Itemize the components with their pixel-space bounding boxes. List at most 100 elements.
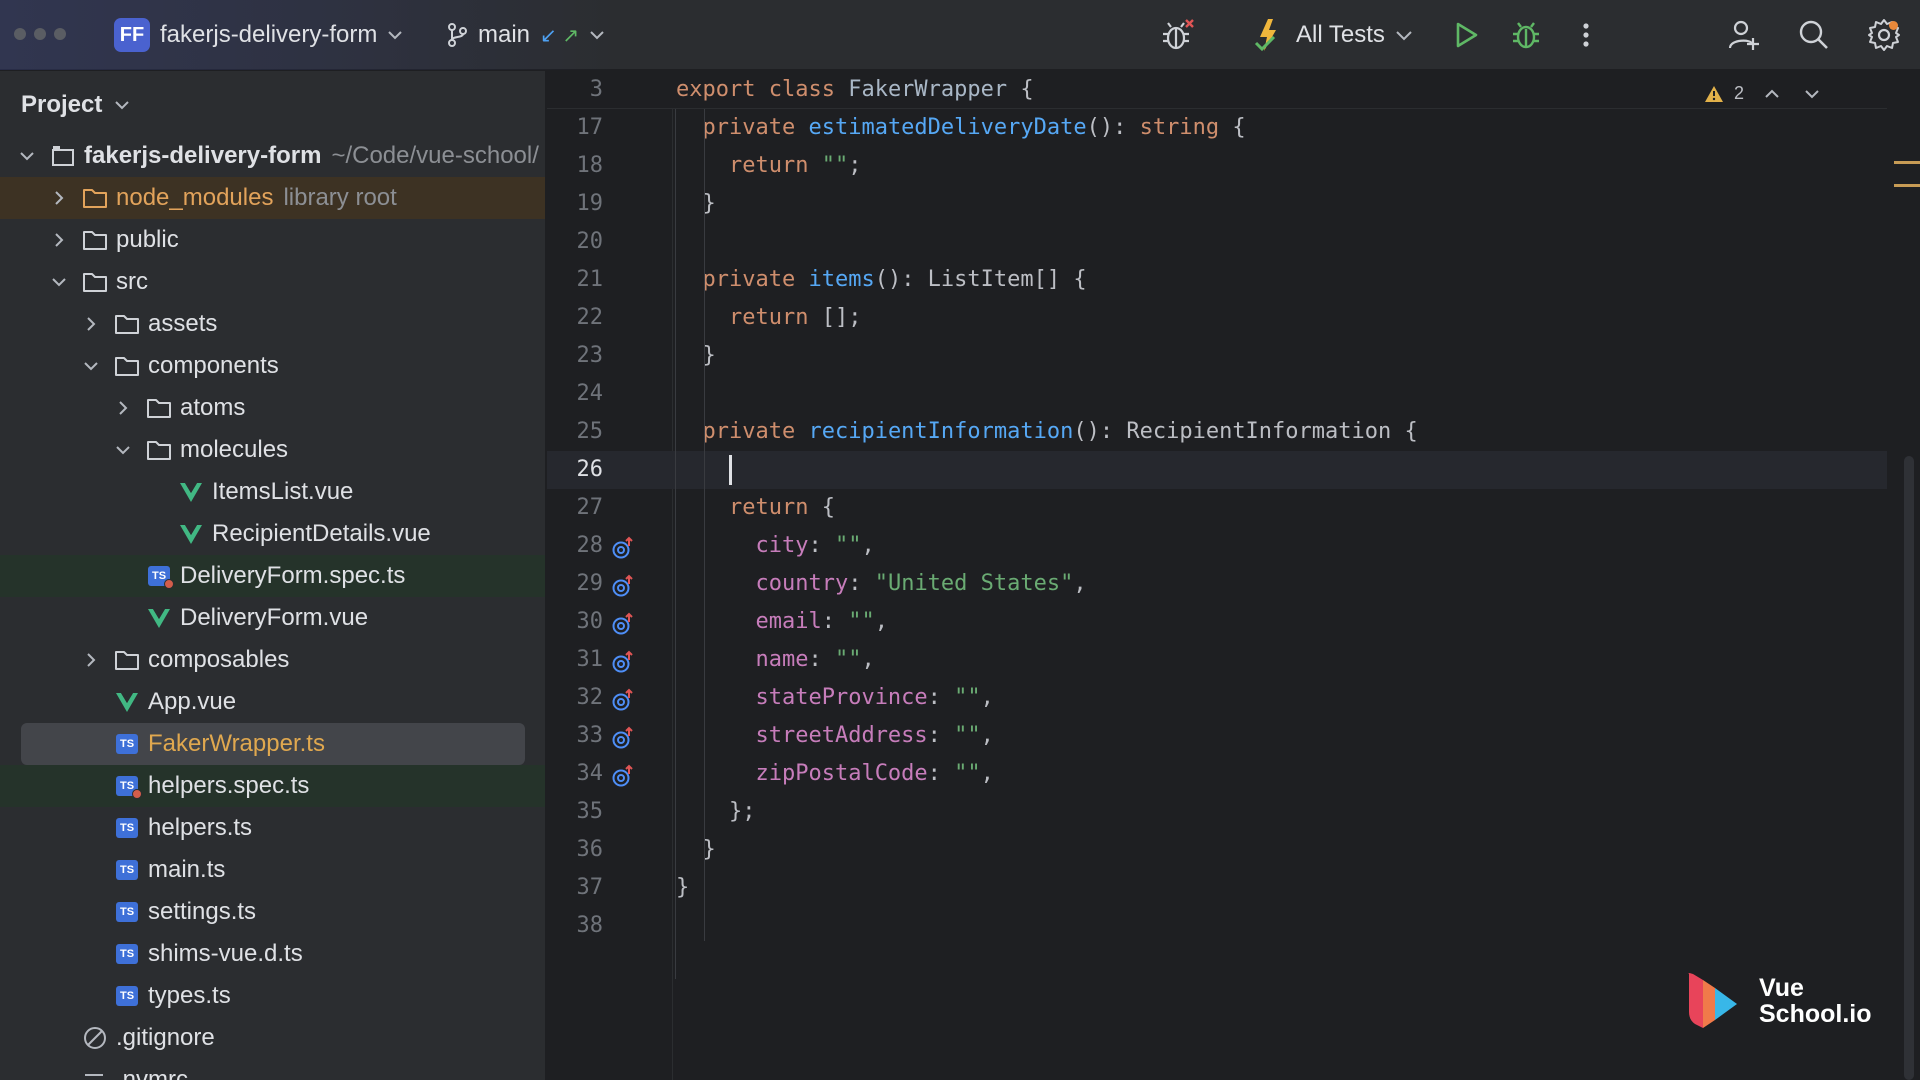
implements-property-icon[interactable] bbox=[611, 687, 635, 711]
code-line[interactable]: 20 bbox=[547, 223, 1887, 261]
code-token: , bbox=[861, 647, 875, 672]
code-line[interactable]: 33 streetAddress: "", bbox=[547, 717, 1887, 755]
tree-item[interactable]: atoms bbox=[0, 387, 545, 429]
inspection-widget[interactable]: 2 bbox=[1704, 83, 1820, 104]
chevron-right-icon bbox=[119, 401, 128, 415]
tree-item[interactable]: node_modules library root bbox=[0, 177, 545, 219]
tree-item[interactable]: DeliveryForm.vue bbox=[0, 597, 545, 639]
debug-button[interactable] bbox=[1508, 17, 1544, 53]
implements-property-icon[interactable] bbox=[611, 763, 635, 787]
code-line[interactable]: 37} bbox=[547, 869, 1887, 907]
collapse-arrow[interactable] bbox=[114, 441, 132, 459]
project-panel-header[interactable]: Project bbox=[21, 91, 130, 119]
add-user-icon bbox=[1728, 20, 1759, 50]
chevron-right-icon bbox=[55, 191, 64, 205]
debug-disabled-icon[interactable] bbox=[1160, 17, 1196, 53]
collapse-arrow[interactable] bbox=[82, 357, 100, 375]
code-line[interactable]: 29 country: "United States", bbox=[547, 565, 1887, 603]
tree-item[interactable]: TS main.ts bbox=[0, 849, 545, 891]
tree-item[interactable]: TS DeliveryForm.spec.ts bbox=[0, 555, 545, 597]
vertical-scrollbar[interactable] bbox=[1904, 456, 1914, 1080]
expand-arrow[interactable] bbox=[50, 189, 68, 207]
tree-item[interactable]: TS shims-vue.d.ts bbox=[0, 933, 545, 975]
tree-item[interactable]: composables bbox=[0, 639, 545, 681]
code-line[interactable]: 36 } bbox=[547, 831, 1887, 869]
code-line[interactable]: 23 } bbox=[547, 337, 1887, 375]
code-line[interactable]: 31 name: "", bbox=[547, 641, 1887, 679]
more-actions-button[interactable] bbox=[1568, 17, 1604, 53]
code-editor[interactable]: 17 private estimatedDeliveryDate(): stri… bbox=[547, 71, 1920, 1080]
window-minimize-button[interactable] bbox=[34, 28, 46, 40]
chevron-up-icon[interactable] bbox=[1764, 89, 1780, 99]
tree-item-label: helpers.ts bbox=[148, 814, 253, 841]
code-line[interactable]: 25 private recipientInformation(): Recip… bbox=[547, 413, 1887, 451]
code-token: city bbox=[755, 533, 809, 558]
code-line[interactable]: 38 bbox=[547, 907, 1887, 945]
implements-property-icon[interactable] bbox=[611, 611, 635, 635]
tree-item[interactable]: TS types.ts bbox=[0, 975, 545, 1017]
chevron-down-icon[interactable] bbox=[1804, 89, 1820, 99]
tree-item[interactable]: molecules bbox=[0, 429, 545, 471]
search-icon bbox=[1799, 20, 1828, 49]
code-line[interactable]: 17 private estimatedDeliveryDate(): stri… bbox=[547, 109, 1887, 147]
tree-item-hint: library root bbox=[283, 184, 397, 211]
code-line[interactable]: 27 return { bbox=[547, 489, 1887, 527]
branch-selector[interactable]: main ↙ ↗ bbox=[446, 16, 605, 54]
error-stripe[interactable] bbox=[1894, 161, 1920, 207]
expand-arrow[interactable] bbox=[82, 315, 100, 333]
collapse-arrow[interactable] bbox=[50, 273, 68, 291]
tree-item[interactable]: App.vue bbox=[0, 681, 545, 723]
code-line[interactable]: 30 email: "", bbox=[547, 603, 1887, 641]
code-line[interactable]: 28 city: "", bbox=[547, 527, 1887, 565]
code-line[interactable]: 24 bbox=[547, 375, 1887, 413]
tree-item[interactable]: ItemsList.vue bbox=[0, 471, 545, 513]
code-token: return bbox=[728, 153, 822, 178]
code-line[interactable]: 32 stateProvince: "", bbox=[547, 679, 1887, 717]
tree-item[interactable]: components bbox=[0, 345, 545, 387]
code-line[interactable]: 18 return ""; bbox=[547, 147, 1887, 185]
window-zoom-button[interactable] bbox=[54, 28, 66, 40]
expand-arrow[interactable] bbox=[50, 231, 68, 249]
tree-item-label: helpers.spec.ts bbox=[148, 772, 310, 799]
code-line[interactable]: 35 }; bbox=[547, 793, 1887, 831]
run-button[interactable] bbox=[1448, 17, 1484, 53]
code-line[interactable]: 22 return []; bbox=[547, 299, 1887, 337]
expand-arrow[interactable] bbox=[82, 651, 100, 669]
implements-property-icon[interactable] bbox=[611, 573, 635, 597]
implements-property-icon[interactable] bbox=[611, 535, 635, 559]
window-close-button[interactable] bbox=[14, 28, 26, 40]
settings-button[interactable] bbox=[1866, 17, 1902, 53]
line-number: 35 bbox=[576, 799, 604, 824]
tree-item[interactable]: public bbox=[0, 219, 545, 261]
code-token: { bbox=[1007, 77, 1034, 102]
code-line[interactable]: 34 zipPostalCode: "", bbox=[547, 755, 1887, 793]
tree-item[interactable]: TS helpers.spec.ts bbox=[0, 765, 545, 807]
implements-property-icon[interactable] bbox=[611, 649, 635, 673]
tree-item[interactable]: TS FakerWrapper.ts bbox=[0, 723, 545, 765]
tree-item[interactable]: src bbox=[0, 261, 545, 303]
tree-item-label: DeliveryForm.spec.ts bbox=[180, 562, 406, 589]
folder-icon bbox=[82, 186, 108, 210]
code-line[interactable]: 19 } bbox=[547, 185, 1887, 223]
tree-item[interactable]: TS helpers.ts bbox=[0, 807, 545, 849]
code-with-me-button[interactable] bbox=[1726, 17, 1762, 53]
tree-item[interactable]: RecipientDetails.vue bbox=[0, 513, 545, 555]
ignored-file-icon bbox=[82, 1026, 108, 1050]
code-line[interactable]: 26 bbox=[547, 451, 1887, 489]
project-selector[interactable]: FF fakerjs-delivery-form bbox=[114, 16, 403, 54]
window-controls[interactable] bbox=[14, 28, 66, 40]
collapse-arrow[interactable] bbox=[18, 147, 36, 165]
tree-item[interactable]: assets bbox=[0, 303, 545, 345]
sticky-line[interactable]: 3 export class FakerWrapper { bbox=[547, 71, 1887, 109]
tree-item[interactable]: .nvmrc bbox=[0, 1059, 545, 1080]
run-configuration-selector[interactable]: All Tests bbox=[1252, 0, 1413, 70]
tree-item[interactable]: TS settings.ts bbox=[0, 891, 545, 933]
expand-arrow[interactable] bbox=[114, 399, 132, 417]
implements-property-icon[interactable] bbox=[611, 725, 635, 749]
tree-item[interactable]: fakerjs-delivery-form ~/Code/vue-school/ bbox=[0, 135, 545, 177]
tree-item[interactable]: .gitignore bbox=[0, 1017, 545, 1059]
code-line[interactable]: 21 private items(): ListItem[] { bbox=[547, 261, 1887, 299]
search-everywhere-button[interactable] bbox=[1796, 17, 1832, 53]
